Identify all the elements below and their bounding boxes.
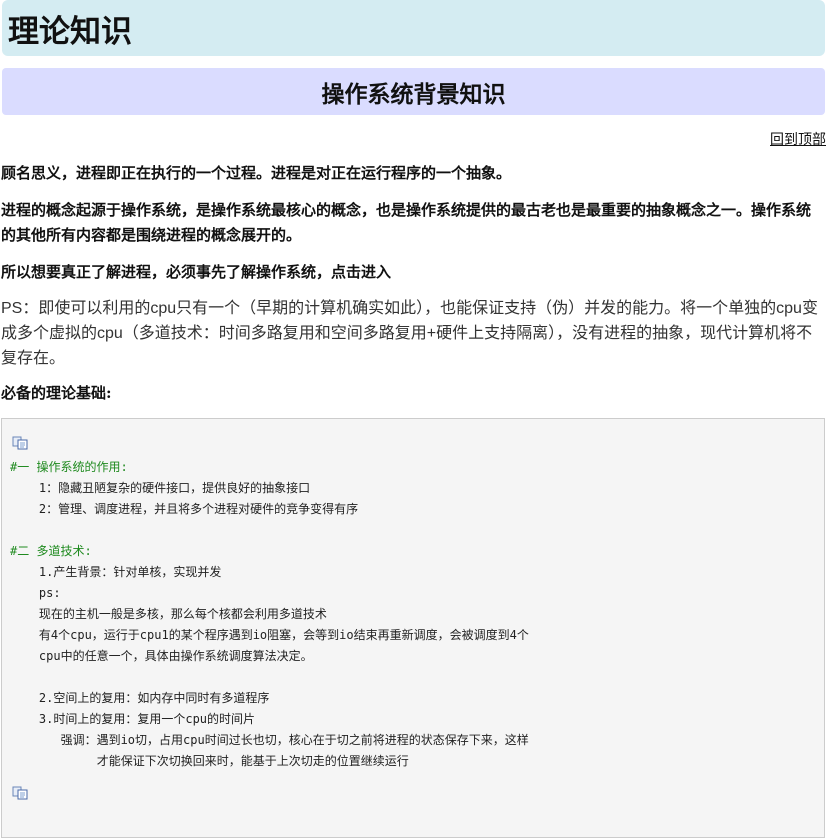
- code-line: 1.产生背景：针对单核，实现并发: [10, 565, 222, 579]
- paragraph-2: 进程的概念起源于操作系统，是操作系统最核心的概念，也是操作系统提供的最古老也是最…: [1, 201, 812, 244]
- code-comment-line: #一 操作系统的作用:: [10, 460, 128, 474]
- code-line: 2.空间上的复用：如内存中同时有多道程序: [10, 691, 270, 705]
- copy-code-icon-bottom[interactable]: [12, 786, 28, 800]
- code-comment-line: #二 多道技术:: [10, 544, 92, 558]
- paragraph-ps: PS：即使可以利用的cpu只有一个（早期的计算机确实如此），也能保证支持（伪）并…: [1, 300, 818, 367]
- code-line: 才能保证下次切换回来时，能基于上次切走的位置继续运行: [10, 754, 409, 768]
- code-line: 有4个cpu，运行于cpu1的某个程序遇到io阻塞，会等到io结束再重新调度，会…: [10, 628, 529, 642]
- code-line: 强调：遇到io切，占用cpu时间过长也切，核心在于切之前将进程的状态保存下来，这…: [10, 733, 529, 747]
- code-line: 3.时间上的复用：复用一个cpu的时间片: [10, 712, 256, 726]
- code-line: 现在的主机一般是多核，那么每个核都会利用多道技术: [10, 607, 327, 621]
- paragraph-3: 所以想要真正了解进程，必须事先了解操作系统，点击进入: [1, 263, 392, 281]
- code-line: cpu中的任意一个，具体由操作系统调度算法决定。: [10, 649, 313, 663]
- section-title: 操作系统背景知识: [2, 68, 825, 115]
- code-line: 2：管理、调度进程，并且将多个进程对硬件的竞争变得有序: [10, 502, 359, 516]
- code-line: ps:: [10, 586, 61, 600]
- copy-code-icon[interactable]: [12, 436, 28, 450]
- code-line: 1：隐藏丑陋复杂的硬件接口，提供良好的抽象接口: [10, 481, 311, 495]
- back-to-top-link[interactable]: 回到顶部: [770, 129, 826, 149]
- paragraph-theory: 必备的理论基础:: [1, 384, 112, 402]
- code-block: #一 操作系统的作用: 1：隐藏丑陋复杂的硬件接口，提供良好的抽象接口 2：管理…: [1, 418, 825, 838]
- page-title: 理论知识: [2, 0, 825, 56]
- paragraph-1: 顾名思义，进程即正在执行的一个过程。进程是对正在运行程序的一个抽象。: [1, 164, 512, 182]
- code-content: #一 操作系统的作用: 1：隐藏丑陋复杂的硬件接口，提供良好的抽象接口 2：管理…: [10, 457, 529, 772]
